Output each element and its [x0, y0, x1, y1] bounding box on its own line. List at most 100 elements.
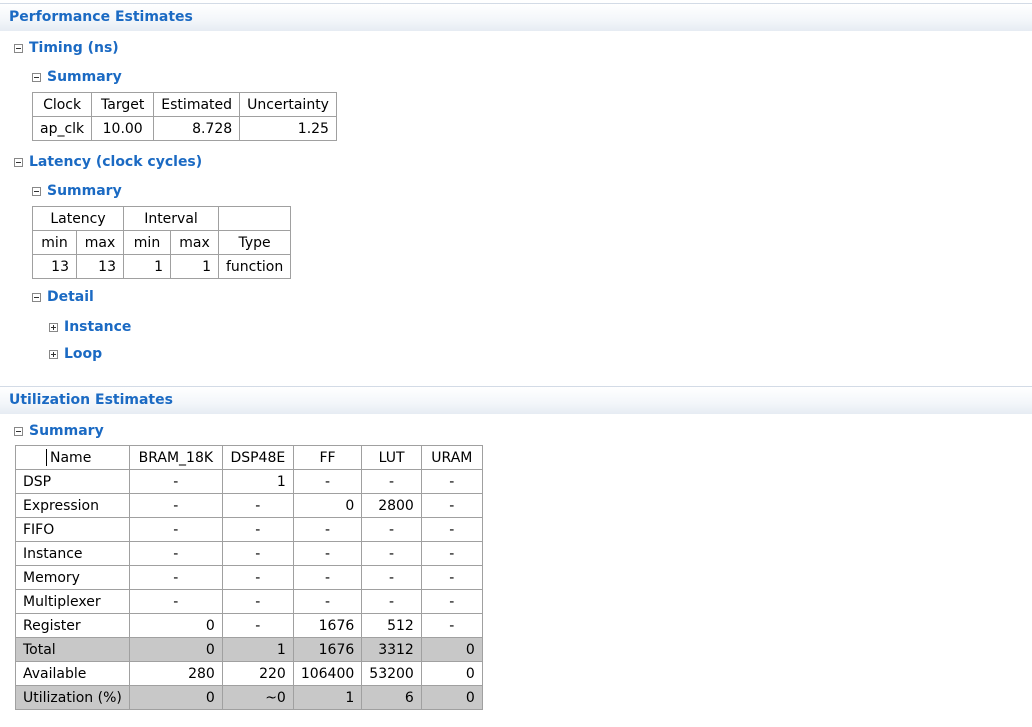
- cell: 0: [292, 493, 363, 518]
- cell: -: [420, 565, 483, 590]
- cell: Total: [15, 637, 130, 662]
- cell: ap_clk: [31, 116, 93, 141]
- latency-title: Latency (clock cycles): [29, 154, 203, 170]
- text-cursor: [46, 449, 47, 466]
- latency-summary-title: Summary: [47, 183, 122, 199]
- collapse-icon: [14, 157, 23, 167]
- cell: 13: [76, 254, 124, 279]
- collapse-icon: [14, 43, 23, 53]
- cell: Expression: [15, 493, 130, 518]
- cell: -: [221, 565, 294, 590]
- cell: -: [128, 541, 223, 566]
- detail-section-toggle[interactable]: Detail: [32, 289, 94, 305]
- cell: 280: [128, 661, 223, 686]
- col-group-interval: Interval: [123, 206, 219, 231]
- table-header-row: Name BRAM_18K DSP48E FF LUT URAM: [15, 445, 483, 470]
- cell: Memory: [15, 565, 130, 590]
- cell: -: [128, 589, 223, 614]
- col-target: Target: [91, 92, 155, 117]
- cell: 2800: [361, 493, 422, 518]
- cell: 0: [128, 613, 223, 638]
- col-uncertainty: Uncertainty: [239, 92, 337, 117]
- col-type: Type: [217, 230, 292, 255]
- col-estimated: Estimated: [153, 92, 241, 117]
- cell: 0: [420, 685, 483, 710]
- col-ff: FF: [292, 445, 363, 470]
- cell: 1: [170, 254, 219, 279]
- table-row: DSP - 1 - - -: [15, 469, 483, 494]
- cell: -: [128, 517, 223, 542]
- cell: 3312: [361, 637, 422, 662]
- collapse-icon: [32, 186, 41, 196]
- latency-summary-toggle[interactable]: Summary: [32, 183, 122, 199]
- cell: -: [221, 517, 294, 542]
- cell: -: [361, 541, 422, 566]
- table-row-utilization: Utilization (%) 0 ~0 1 6 0: [15, 685, 483, 710]
- col-dsp: DSP48E: [221, 445, 294, 470]
- cell: -: [221, 589, 294, 614]
- col-name[interactable]: Name: [15, 445, 130, 470]
- table-row: ap_clk 10.00 8.728 1.25: [31, 116, 337, 141]
- table-row: FIFO - - - - -: [15, 517, 483, 542]
- utilization-section-header: Utilization Estimates: [0, 386, 1032, 414]
- col-interval-max: max: [170, 230, 219, 255]
- table-row: Memory - - - - -: [15, 565, 483, 590]
- cell: 1: [221, 637, 294, 662]
- col-uram: URAM: [420, 445, 483, 470]
- detail-instance-toggle[interactable]: Instance: [49, 319, 131, 335]
- detail-instance-title: Instance: [64, 319, 132, 335]
- utilization-title: Utilization Estimates: [9, 392, 173, 408]
- cell: 53200: [361, 661, 422, 686]
- cell: -: [420, 469, 483, 494]
- cell: 1: [123, 254, 171, 279]
- col-interval-min: min: [123, 230, 171, 255]
- cell: Available: [15, 661, 130, 686]
- cell: 0: [420, 637, 483, 662]
- cell: -: [221, 541, 294, 566]
- detail-loop-title: Loop: [64, 346, 103, 362]
- cell: -: [361, 565, 422, 590]
- detail-title: Detail: [47, 289, 94, 305]
- cell: -: [420, 613, 483, 638]
- table-row-total: Total 0 1 1676 3312 0: [15, 637, 483, 662]
- cell: -: [128, 469, 223, 494]
- cell: -: [292, 589, 363, 614]
- cell: DSP: [15, 469, 130, 494]
- utilization-summary-toggle[interactable]: Summary: [14, 423, 104, 439]
- detail-loop-toggle[interactable]: Loop: [49, 346, 102, 362]
- cell: 1: [292, 685, 363, 710]
- cell: 0: [128, 637, 223, 662]
- col-group-blank: [217, 206, 292, 231]
- utilization-summary-title: Summary: [29, 423, 104, 439]
- latency-section-toggle[interactable]: Latency (clock cycles): [14, 154, 202, 170]
- cell: 6: [361, 685, 422, 710]
- timing-section-toggle[interactable]: Timing (ns): [14, 40, 119, 56]
- cell: 220: [221, 661, 294, 686]
- col-bram: BRAM_18K: [128, 445, 223, 470]
- timing-summary-toggle[interactable]: Summary: [32, 69, 122, 85]
- performance-section-header: Performance Estimates: [0, 3, 1032, 31]
- cell: Multiplexer: [15, 589, 130, 614]
- table-row-available: Available 280 220 106400 53200 0: [15, 661, 483, 686]
- col-latency-max: max: [76, 230, 124, 255]
- cell: 1: [221, 469, 294, 494]
- table-header-row: Latency Interval: [32, 206, 292, 231]
- cell: 512: [361, 613, 422, 638]
- cell: -: [361, 589, 422, 614]
- table-header-row: Clock Target Estimated Uncertainty: [31, 92, 337, 117]
- cell: -: [420, 541, 483, 566]
- timing-summary-title: Summary: [47, 69, 122, 85]
- cell: 10.00: [91, 116, 155, 141]
- cell: Utilization (%): [15, 685, 130, 710]
- cell: -: [128, 493, 223, 518]
- table-subheader-row: min max min max Type: [32, 230, 292, 255]
- cell: FIFO: [15, 517, 130, 542]
- col-clock: Clock: [31, 92, 93, 117]
- cell: 1676: [292, 637, 363, 662]
- cell: 1676: [292, 613, 363, 638]
- cell: Instance: [15, 541, 130, 566]
- cell: -: [361, 517, 422, 542]
- cell: -: [420, 589, 483, 614]
- timing-table: Clock Target Estimated Uncertainty ap_cl…: [31, 92, 337, 141]
- collapse-icon: [32, 72, 41, 82]
